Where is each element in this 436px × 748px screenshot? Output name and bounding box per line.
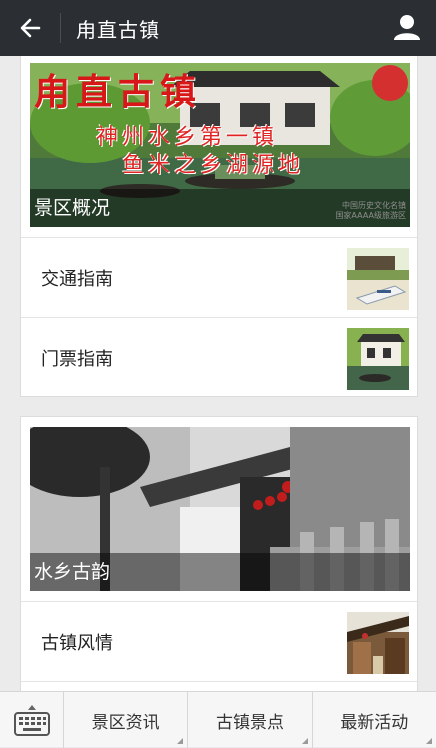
menu-scenic-news[interactable]: 景区资讯 [64,692,189,748]
scenic-overview-card: 甪直古镇 神州水乡第一镇 鱼米之乡湖源地 中国历史文化名镇 国家AAAA级旅游区… [20,56,418,397]
back-button[interactable] [0,0,60,56]
submenu-indicator-icon [301,738,308,744]
menu-latest-events[interactable]: 最新活动 [313,692,436,748]
list-item-traffic-guide[interactable]: 交通指南 [21,237,417,317]
list-item-town-scenery[interactable]: 古镇风情 [21,601,417,681]
menu-label: 古镇景点 [215,712,284,733]
menu-town-attractions[interactable]: 古镇景点 [188,692,313,748]
banner-caption: 景区概况 [30,189,410,227]
town-scenery-thumbnail [347,612,409,674]
banner-slogan-2: 鱼米之乡湖源地 [122,153,305,178]
list-item-next[interactable] [21,681,417,691]
user-icon [394,15,420,40]
water-town-charm-card: 水乡古韵 古镇风情 [20,416,418,691]
traffic-guide-thumbnail [347,248,409,310]
list-item-label: 古镇风情 [41,632,113,654]
scenic-overview-banner[interactable]: 甪直古镇 神州水乡第一镇 鱼米之乡湖源地 中国历史文化名镇 国家AAAA级旅游区… [30,63,410,227]
top-bar: 甪直古镇 [0,0,436,56]
water-town-charm-banner[interactable]: 水乡古韵 [30,427,410,591]
submenu-indicator-icon [177,738,184,744]
banner-caption: 水乡古韵 [30,553,410,591]
list-item-label: 门票指南 [41,348,113,370]
submenu-indicator-icon [425,738,432,744]
profile-button[interactable] [392,12,422,42]
page-title: 甪直古镇 [76,17,160,42]
ticket-guide-thumbnail [347,328,409,390]
banner-calligraphy: 甪直古镇 [34,71,203,113]
menu-label: 景区资讯 [91,712,160,733]
keyboard-icon [13,705,50,736]
bottom-menu-bar: 景区资讯 古镇景点 最新活动 [0,691,436,748]
list-item-ticket-guide[interactable]: 门票指南 [21,317,417,397]
keyboard-toggle-button[interactable] [0,692,64,748]
list-item-label: 交通指南 [41,268,113,290]
menu-label: 最新活动 [340,712,409,733]
header-divider [60,13,61,43]
arrow-left-icon [20,18,41,38]
content-area[interactable]: 甪直古镇 神州水乡第一镇 鱼米之乡湖源地 中国历史文化名镇 国家AAAA级旅游区… [0,56,436,691]
